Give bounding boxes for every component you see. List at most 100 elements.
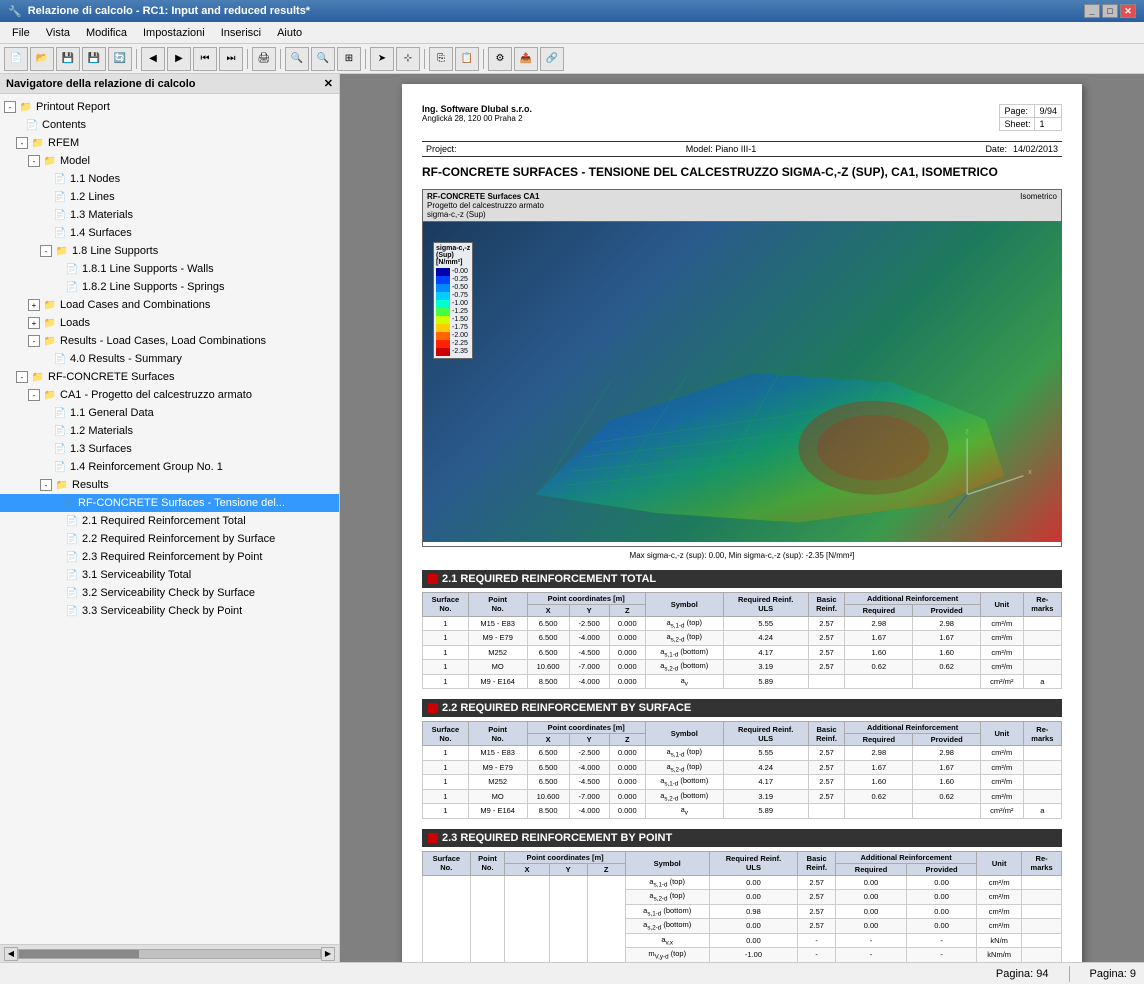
menu-vista[interactable]: Vista	[38, 25, 78, 41]
title-bar: 🔧 Relazione di calcolo - RC1: Input and …	[0, 0, 1144, 22]
tree-reqsurface[interactable]: 📄 2.2 Required Reinforcement by Surface	[0, 530, 339, 548]
forward-button[interactable]: ▶	[167, 47, 191, 71]
tree-res[interactable]: - 📁 Results	[0, 476, 339, 494]
tree-materials[interactable]: 📄 1.3 Materials	[0, 206, 339, 224]
scroll-left-btn[interactable]: ◀	[4, 947, 18, 961]
table-row: 1 M1 0.000 0.000 0.000 as,1-d (top)0.002…	[423, 875, 1062, 890]
menu-modifica[interactable]: Modifica	[78, 25, 135, 41]
expand-rfconcrete[interactable]: -	[16, 371, 28, 383]
menu-aiuto[interactable]: Aiuto	[269, 25, 310, 41]
expand-linesupports[interactable]: -	[40, 245, 52, 257]
tree-printout[interactable]: - 📁 Printout Report	[0, 98, 339, 116]
tree-serv[interactable]: 📄 3.1 Serviceability Total	[0, 566, 339, 584]
tree-lines[interactable]: 📄 1.2 Lines	[0, 188, 339, 206]
tree-linesupports[interactable]: - 📁 1.8 Line Supports	[0, 242, 339, 260]
tree-surfaces[interactable]: 📄 1.4 Surfaces	[0, 224, 339, 242]
doc-icon-servsurf: 📄	[64, 585, 80, 601]
expand-ca1[interactable]: -	[28, 389, 40, 401]
refresh-button[interactable]: 🔄	[108, 47, 132, 71]
zoom-out-button[interactable]: 🔍	[311, 47, 335, 71]
tree-servpoint[interactable]: 📄 3.3 Serviceability Check by Point	[0, 602, 339, 620]
nav-horizontal-scroll[interactable]: ◀ ▶	[0, 944, 339, 962]
tree-servsurf[interactable]: 📄 3.2 Serviceability Check by Surface	[0, 584, 339, 602]
expand-results[interactable]: -	[28, 335, 40, 347]
iso-caption: Isometrico	[1020, 192, 1057, 219]
tree-rfconcrete[interactable]: - 📁 RF-CONCRETE Surfaces	[0, 368, 339, 386]
table-row: 1M2526.500-4.5000.000as,1-d (bottom)4.17…	[423, 775, 1062, 790]
tree-reinfgroup-label: 1.4 Reinforcement Group No. 1	[70, 461, 223, 473]
th23-required: Required	[836, 863, 907, 875]
doc-icon-surf: 📄	[52, 441, 68, 457]
folder-icon-rfem: 📁	[30, 135, 46, 151]
export-button[interactable]: 📤	[514, 47, 538, 71]
nav-scrollbar[interactable]	[18, 949, 321, 959]
tree-rfem[interactable]: - 📁 RFEM	[0, 134, 339, 152]
tree-loadcases[interactable]: + 📁 Load Cases and Combinations	[0, 296, 339, 314]
tree-model[interactable]: - 📁 Model	[0, 152, 339, 170]
tree-servpoint-label: 3.3 Serviceability Check by Point	[82, 605, 242, 617]
first-button[interactable]: ⏮	[193, 47, 217, 71]
save-all-button[interactable]: 💾	[82, 47, 106, 71]
open-button[interactable]: 📂	[30, 47, 54, 71]
expand-res[interactable]: -	[40, 479, 52, 491]
toolbar-sep-3	[280, 49, 281, 69]
doc-icon-mat: 📄	[52, 423, 68, 439]
tree-tensione[interactable]: 👁 RF-CONCRETE Surfaces - Tensione del...	[0, 494, 339, 512]
toolbar-sep-5	[424, 49, 425, 69]
tree-reinfgroup[interactable]: 📄 1.4 Reinforcement Group No. 1	[0, 458, 339, 476]
scroll-right-btn[interactable]: ▶	[321, 947, 335, 961]
back-button[interactable]: ◀	[141, 47, 165, 71]
minimize-button[interactable]: _	[1084, 4, 1100, 18]
save-button[interactable]: 💾	[56, 47, 80, 71]
settings-button[interactable]: ⚙	[488, 47, 512, 71]
report-header: Ing. Software Dlubal s.r.o. Anglická 28,…	[422, 104, 1062, 131]
sheet-label: Sheet:	[1000, 118, 1035, 131]
print-button[interactable]: 🖨	[252, 47, 276, 71]
tree-walls[interactable]: 📄 1.8.1 Line Supports - Walls	[0, 260, 339, 278]
doc-icon-servpoint: 📄	[64, 603, 80, 619]
tree-mat[interactable]: 📄 1.2 Materials	[0, 422, 339, 440]
tree-gendata[interactable]: 📄 1.1 General Data	[0, 404, 339, 422]
expand-loads[interactable]: +	[28, 317, 40, 329]
cursor-button[interactable]: ➤	[370, 47, 394, 71]
tree-loads[interactable]: + 📁 Loads	[0, 314, 339, 332]
expand-printout[interactable]: -	[4, 101, 16, 113]
doc-icon-springs: 📄	[64, 279, 80, 295]
content-area[interactable]: Ing. Software Dlubal s.r.o. Anglická 28,…	[340, 74, 1144, 962]
svg-text:y: y	[941, 520, 945, 529]
menu-inserisci[interactable]: Inserisci	[213, 25, 269, 41]
status-bar: Pagina: 94 Pagina: 9	[0, 962, 1144, 984]
th22-basic: BasicReinf.	[808, 722, 844, 746]
tree-springs[interactable]: 📄 1.8.2 Line Supports - Springs	[0, 278, 339, 296]
th22-required: Required	[845, 734, 913, 746]
select-button[interactable]: ⊹	[396, 47, 420, 71]
tree-surf[interactable]: 📄 1.3 Surfaces	[0, 440, 339, 458]
last-button[interactable]: ⏭	[219, 47, 243, 71]
copy-button[interactable]: ⎘	[429, 47, 453, 71]
tree-ca1[interactable]: - 📁 CA1 - Progetto del calcestruzzo arma…	[0, 386, 339, 404]
paste-button[interactable]: 📋	[455, 47, 479, 71]
menu-file[interactable]: File	[4, 25, 38, 41]
th-provided: Provided	[913, 604, 980, 616]
link-button[interactable]: 🔗	[540, 47, 564, 71]
tree-summary[interactable]: 📄 4.0 Results - Summary	[0, 350, 339, 368]
navigator-close[interactable]: ✕	[324, 77, 333, 90]
zoom-in-button[interactable]: 🔍	[285, 47, 309, 71]
maximize-button[interactable]: □	[1102, 4, 1118, 18]
tree-nodes[interactable]: 📄 1.1 Nodes	[0, 170, 339, 188]
expand-loadcases[interactable]: +	[28, 299, 40, 311]
expand-rfem[interactable]: -	[16, 137, 28, 149]
menu-impostazioni[interactable]: Impostazioni	[135, 25, 213, 41]
new-button[interactable]: 📄	[4, 47, 28, 71]
tree-results[interactable]: - 📁 Results - Load Cases, Load Combinati…	[0, 332, 339, 350]
tree-contents[interactable]: 📄 Contents	[0, 116, 339, 134]
window-title: Relazione di calcolo - RC1: Input and re…	[28, 5, 310, 17]
tree-reqpoint[interactable]: 📄 2.3 Required Reinforcement by Point	[0, 548, 339, 566]
zoom-fit-button[interactable]: ⊞	[337, 47, 361, 71]
tree-reqtotal[interactable]: 📄 2.1 Required Reinforcement Total	[0, 512, 339, 530]
company-info: Ing. Software Dlubal s.r.o. Anglická 28,…	[422, 104, 532, 131]
expand-model[interactable]: -	[28, 155, 40, 167]
th23-basic: BasicReinf.	[798, 851, 836, 875]
iso-header: RF-CONCRETE Surfaces CA1 Progetto del ca…	[423, 190, 1061, 222]
close-button[interactable]: ✕	[1120, 4, 1136, 18]
